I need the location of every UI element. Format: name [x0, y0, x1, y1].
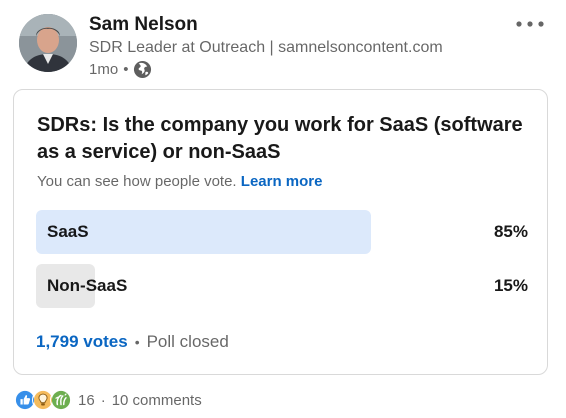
- poll-option-label: SaaS: [47, 222, 89, 241]
- poll-visibility-note: You can see how people vote. Learn more: [37, 173, 322, 190]
- footer-separator: •: [134, 334, 140, 350]
- post-meta: 1mo •: [89, 60, 152, 79]
- poll-visibility-text: You can see how people vote.: [37, 173, 237, 190]
- poll-footer: 1,799 votes • Poll closed: [36, 332, 229, 352]
- author-headline: SDR Leader at Outreach | samnelsonconten…: [89, 39, 443, 56]
- author-avatar[interactable]: [19, 14, 77, 72]
- post-time: 1mo: [89, 61, 119, 78]
- more-options-button[interactable]: [512, 14, 548, 34]
- meta-separator: •: [123, 61, 129, 78]
- social-counts: 16 · 10 comments: [14, 389, 202, 411]
- social-separator: ·: [100, 391, 106, 409]
- poll-option-non-saas: Non-SaaS 15%: [36, 264, 528, 308]
- poll-question: SDRs: Is the company you work for SaaS (…: [37, 114, 523, 163]
- celebrate-icon: [50, 389, 72, 411]
- globe-icon: [134, 60, 152, 79]
- ellipsis-icon: [516, 21, 544, 27]
- reaction-count[interactable]: 16: [78, 392, 95, 409]
- poll-option-saas: SaaS 85%: [36, 210, 528, 254]
- author-photo: [19, 14, 77, 72]
- poll-option-percent: 15%: [493, 276, 528, 295]
- comments-count-link[interactable]: 10 comments: [112, 392, 202, 409]
- learn-more-link[interactable]: Learn more: [241, 173, 323, 190]
- vote-count-link[interactable]: 1,799 votes: [36, 332, 128, 352]
- poll-option-percent: 85%: [493, 222, 528, 241]
- poll-option-label: Non-SaaS: [47, 276, 128, 295]
- poll-card: SDRs: Is the company you work for SaaS (…: [13, 89, 548, 375]
- reaction-icons[interactable]: [14, 389, 72, 411]
- poll-status: Poll closed: [146, 332, 229, 351]
- author-name[interactable]: Sam Nelson: [89, 14, 198, 36]
